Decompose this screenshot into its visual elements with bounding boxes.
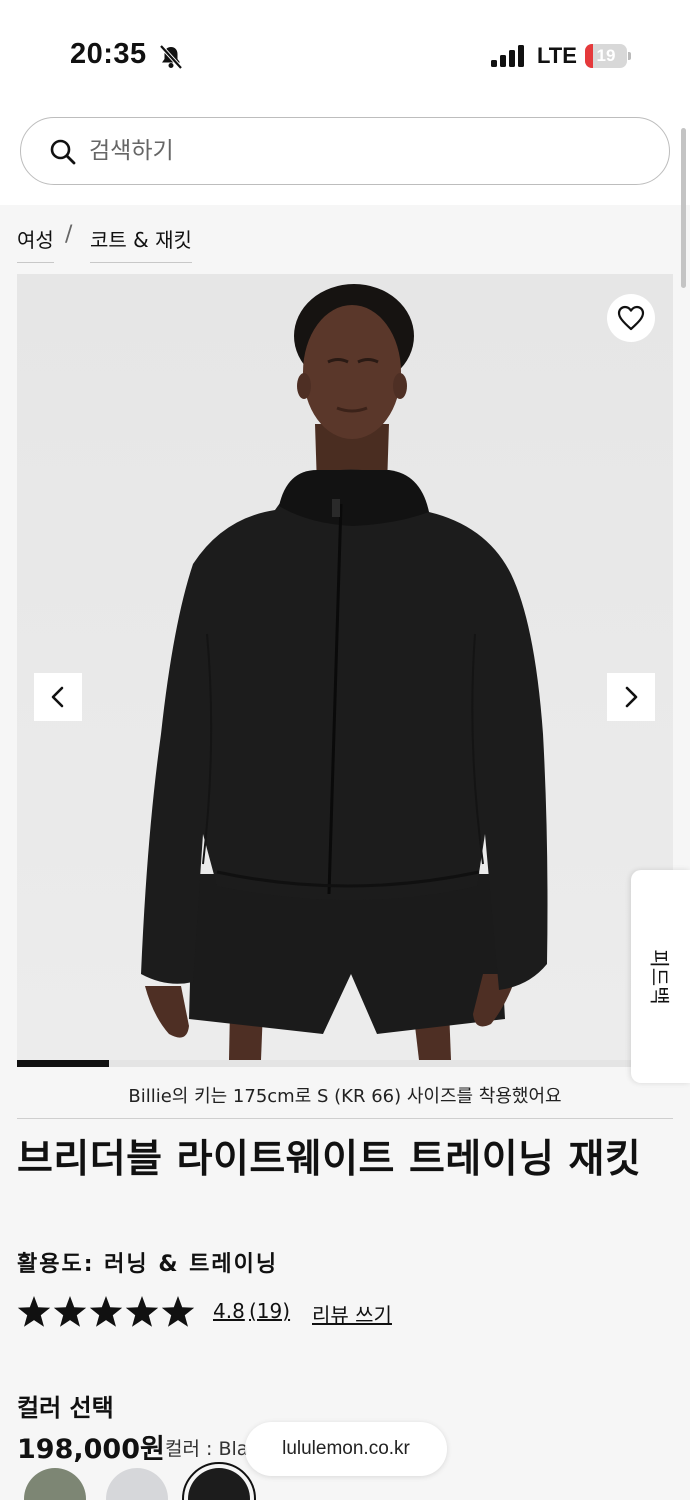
star-icon — [89, 1296, 123, 1327]
gallery-progress — [17, 1060, 673, 1067]
divider — [17, 1118, 673, 1119]
product-photo — [17, 274, 673, 1060]
cellular-signal-icon — [491, 45, 524, 67]
battery-level: 19 — [596, 46, 616, 65]
rating-value[interactable]: 4.8 — [213, 1299, 245, 1323]
feedback-tab-label: 피드백 — [647, 948, 671, 1005]
battery-icon: 19 — [585, 44, 631, 68]
status-bar: 20:35 LTE 19 — [0, 0, 690, 105]
review-count-link[interactable]: (19) — [249, 1299, 290, 1323]
star-icon — [53, 1296, 87, 1327]
product-image-gallery[interactable] — [17, 274, 673, 1060]
feedback-tab[interactable]: 피드백 — [631, 870, 690, 1083]
color-swatch[interactable] — [106, 1468, 168, 1500]
star-icon — [161, 1296, 195, 1327]
next-image-button[interactable] — [607, 673, 655, 721]
wishlist-button[interactable] — [607, 294, 655, 342]
product-price: 198,000원 — [17, 1434, 165, 1465]
rating-stars — [17, 1296, 195, 1327]
product-title: 브리더블 라이트웨이트 트레이닝 재킷 — [17, 1137, 642, 1182]
search-input[interactable] — [89, 134, 629, 168]
model-size-caption: Billie의 키는 175cm로 S (KR 66) 사이즈를 착용했어요 — [128, 1086, 562, 1107]
search-box[interactable] — [20, 117, 670, 185]
color-select-heading: 컬러 선택 — [17, 1394, 114, 1422]
browser-url-bar[interactable]: lululemon.co.kr — [245, 1422, 447, 1476]
product-activity: 활용도: 러닝 & 트레이닝 — [17, 1252, 279, 1277]
star-icon — [125, 1296, 159, 1327]
star-icon — [17, 1296, 51, 1327]
heart-icon — [617, 305, 645, 331]
search-area — [0, 105, 690, 205]
color-swatch[interactable] — [24, 1468, 86, 1500]
gallery-progress-fill — [17, 1060, 109, 1067]
previous-image-button[interactable] — [34, 673, 82, 721]
breadcrumb-separator: / — [65, 222, 73, 247]
network-type: LTE — [537, 43, 577, 68]
breadcrumb-item-women[interactable]: 여성 — [17, 224, 54, 263]
selected-color-label: 컬러 : Bla — [165, 1438, 249, 1460]
scrollbar[interactable] — [681, 128, 686, 288]
status-time: 20:35 — [70, 38, 147, 70]
chevron-right-icon — [625, 686, 638, 708]
chevron-left-icon — [51, 686, 64, 708]
breadcrumb-item-coats-jackets[interactable]: 코트 & 재킷 — [90, 224, 192, 263]
write-review-link[interactable]: 리뷰 쓰기 — [312, 1299, 392, 1328]
bell-slash-icon — [159, 44, 183, 70]
search-icon[interactable] — [49, 138, 77, 166]
